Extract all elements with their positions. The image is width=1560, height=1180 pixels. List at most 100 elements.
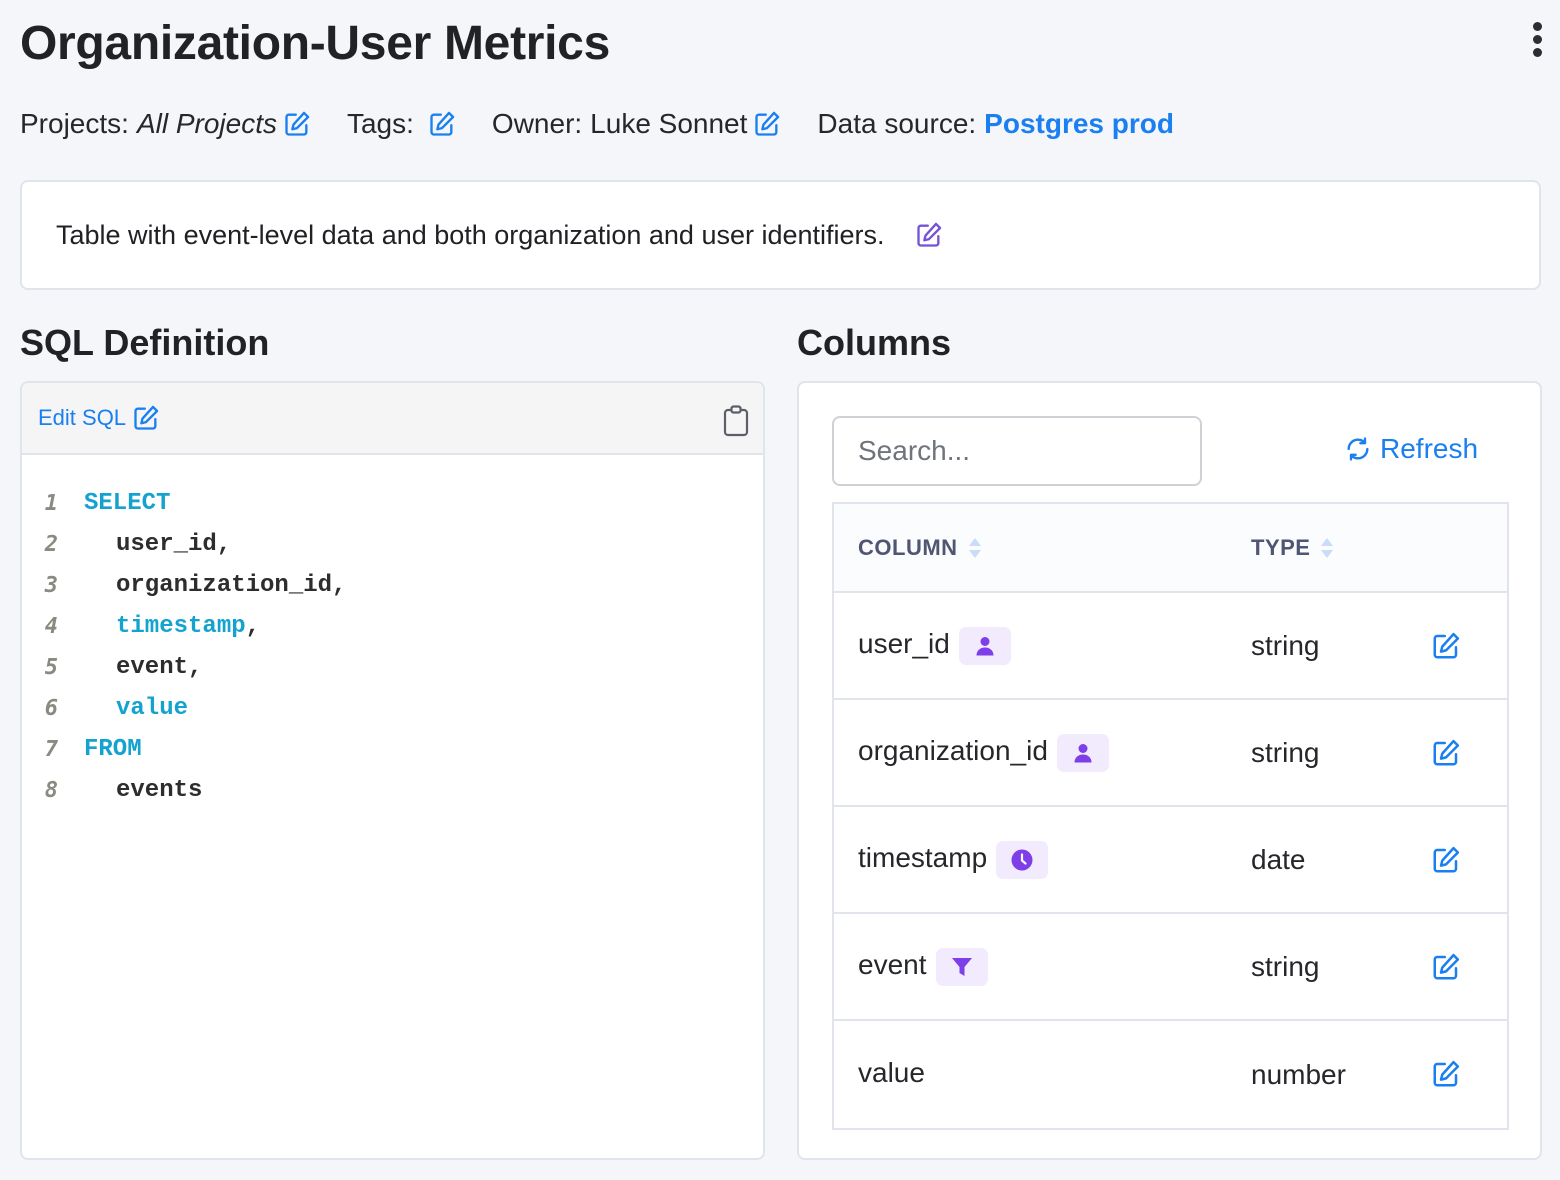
more-vertical-icon [1532,22,1542,31]
edit-icon [132,404,160,432]
description-text: Table with event-level data and both org… [56,219,885,250]
column-name-cell: organization_id [858,700,1109,805]
data-source-link[interactable]: Postgres prod [984,108,1174,140]
column-name: event [858,948,927,980]
columns-card: Refresh COLUMN TYPE user_idstringorganiz… [797,381,1542,1160]
line-number: 1 [44,491,58,516]
type-header-label: TYPE [1251,534,1311,560]
description-card: Table with event-level data and both org… [20,180,1541,290]
metadata-bar: Projects: All Projects Tags: Owner: Luke… [20,108,1210,140]
line-number: 8 [44,778,58,803]
code-line: 2 user_id, [22,524,763,565]
user-icon [1056,733,1109,772]
clipboard-icon[interactable] [723,405,749,437]
projects-label: Projects: [20,108,129,139]
sql-keyword: value [116,695,189,722]
edit-column-icon[interactable] [1431,738,1461,768]
line-number: 2 [44,532,58,557]
owner-field: Owner: Luke Sonnet [492,108,782,140]
edit-tags-icon[interactable] [428,110,456,138]
column-name-cell: timestamp [858,807,1049,912]
sql-keyword: SELECT [84,490,171,517]
more-vertical-icon-dot [1532,48,1542,57]
code-line: 1 SELECT [22,483,763,524]
edit-projects-icon[interactable] [283,110,311,138]
owner-label: Owner: [491,108,583,139]
sql-punctuation: , [245,613,261,640]
table-row: user_id string [834,593,1507,700]
sql-definition-heading: SQL Definition [20,322,270,363]
columns-table: COLUMN TYPE user_id string organization_id… [832,502,1509,1130]
user-icon [958,626,1011,665]
column-name: value [858,1056,925,1088]
sql-definition-card: Edit SQL 1 SELECT 2 user_id, 3 organization_i… [20,381,765,1160]
tags-label: Tags: [346,108,414,139]
code-text: user_id, [84,531,231,558]
column-name-cell: user_id [858,593,1011,698]
sql-identifier: organization_id, [116,572,347,599]
code-line: 7 FROM [22,729,763,770]
edit-description-icon[interactable] [915,221,943,249]
table-row: value number [834,1021,1507,1128]
column-name: organization_id [858,734,1048,766]
line-number: 7 [44,737,58,762]
sql-toolbar: Edit SQL [22,383,763,455]
edit-sql-button[interactable]: Edit SQL [38,404,160,432]
sort-icon [1321,537,1334,558]
table-row: organization_id string [834,700,1507,807]
projects-field: Projects: All Projects [20,108,311,140]
line-number: 4 [44,614,58,639]
more-vertical-icon-dot [1532,35,1542,44]
table-header: COLUMN TYPE [834,504,1507,593]
code-text: event, [84,654,202,681]
column-type: string [1251,736,1320,768]
data-source-field: Data source: Postgres prod [817,108,1174,140]
code-line: 5 event, [22,647,763,688]
code-text: organization_id, [84,572,346,599]
edit-column-icon[interactable] [1431,845,1461,875]
line-number: 5 [44,655,58,680]
edit-owner-icon[interactable] [753,110,781,138]
page-title: Organization-User Metrics [20,17,610,70]
refresh-button[interactable]: Refresh [1344,433,1478,465]
sql-identifier: events [116,777,203,804]
code-text: FROM [84,736,142,763]
table-row: timestamp date [834,807,1507,914]
column-name: user_id [858,627,950,659]
column-header-name[interactable]: COLUMN [858,535,982,561]
column-search-input[interactable] [832,416,1202,486]
edit-sql-label: Edit SQL [38,405,127,430]
refresh-label: Refresh [1380,433,1479,464]
projects-value: All Projects [136,108,277,139]
sql-code-editor[interactable]: 1 SELECT 2 user_id, 3 organization_id, 4 timest… [22,455,763,811]
more-options-button[interactable] [1527,22,1547,62]
code-text: value [84,695,188,722]
sql-keyword: FROM [84,736,142,763]
table-row: event string [834,914,1507,1021]
column-header-label: COLUMN [858,534,958,560]
edit-column-icon[interactable] [1431,631,1461,661]
code-line: 6 value [22,688,763,729]
line-number: 6 [44,696,58,721]
column-name-cell: value [858,1021,925,1128]
code-line: 8 events [22,770,763,811]
column-type: number [1251,1058,1346,1090]
data-source-label: Data source: [817,108,977,139]
edit-column-icon[interactable] [1431,1059,1461,1089]
code-text: events [84,777,202,804]
owner-value: Luke Sonnet [590,108,748,139]
column-type: string [1251,950,1320,982]
column-header-type[interactable]: TYPE [1251,535,1334,561]
column-name-cell: event [858,914,988,1019]
sql-identifier: event, [116,654,203,681]
refresh-icon [1347,437,1369,461]
column-type: string [1251,629,1320,661]
column-type: date [1251,843,1306,875]
tags-field: Tags: [347,108,456,140]
sql-keyword: timestamp [116,613,246,640]
sort-icon [968,537,981,558]
table-body: user_id string organization_id string timest… [834,593,1507,1128]
edit-column-icon[interactable] [1431,952,1461,982]
code-line: 4 timestamp, [22,606,763,647]
code-text: SELECT [84,490,170,517]
